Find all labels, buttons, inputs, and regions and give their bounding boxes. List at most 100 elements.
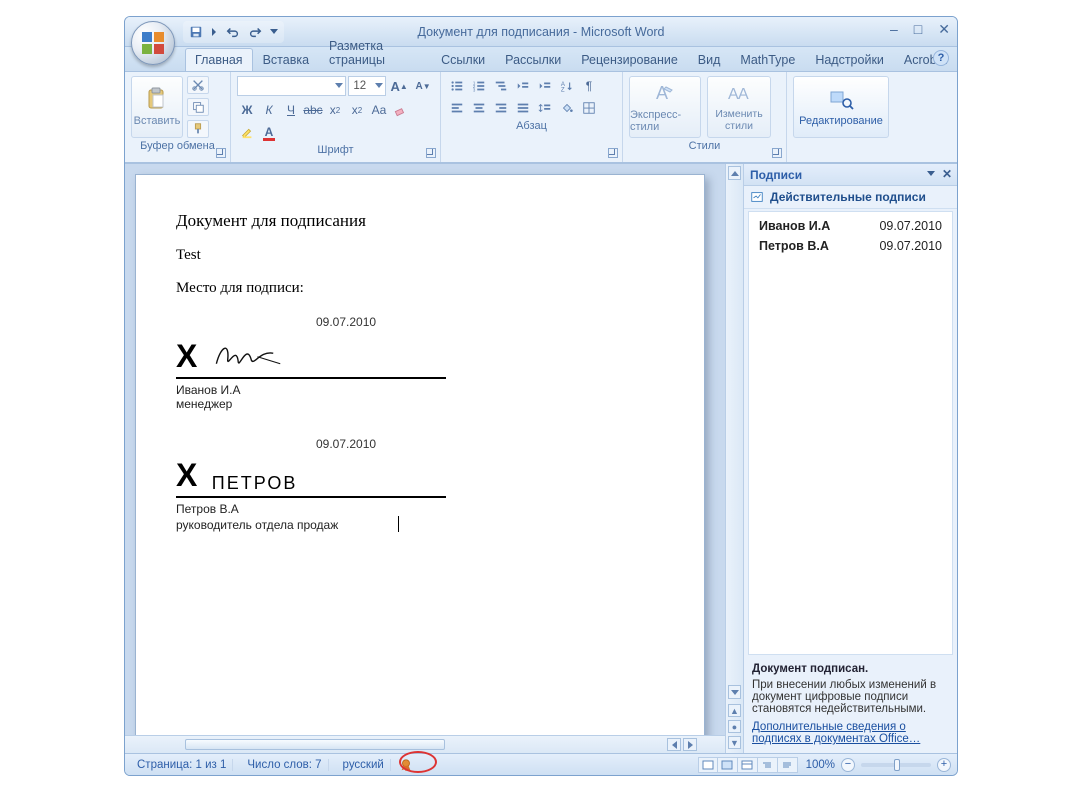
align-left-button[interactable] [447,98,467,118]
hscroll-left[interactable] [667,738,681,751]
italic-button[interactable]: К [259,100,279,120]
font-size-combo[interactable]: 12 [348,76,386,96]
tab-references[interactable]: Ссылки [431,48,495,71]
signatures-help-link[interactable]: Дополнительные сведения о подписях в док… [744,721,957,753]
outline-icon [761,760,773,770]
copy-button[interactable] [187,98,209,116]
tab-mathtype[interactable]: MathType [730,48,805,71]
change-case-button[interactable]: Aa [369,100,389,120]
signature-item[interactable]: Петров В.А 09.07.2010 [749,236,952,256]
change-styles-button[interactable]: AA Изменить стили [707,76,771,138]
qat-dropdown-icon[interactable] [270,29,278,35]
sort-button[interactable]: AZ [557,76,577,96]
spacing-icon [538,101,552,115]
bullets-button[interactable] [447,76,467,96]
signature-label: Место для подписи: [176,280,664,297]
sig-x-icon: X [176,338,197,375]
find-icon [828,87,854,111]
vscroll-down[interactable] [728,685,741,699]
strike-button[interactable]: abc [303,100,323,120]
document-canvas[interactable]: Документ для подписания Test Место для п… [125,164,725,735]
multilevel-button[interactable] [491,76,511,96]
zoom-slider[interactable] [861,763,931,767]
shading-button[interactable] [557,98,577,118]
fullscreen-view[interactable] [718,757,738,773]
maximize-button[interactable]: □ [911,21,925,38]
hscroll-thumb[interactable] [185,739,445,750]
outline-view[interactable] [758,757,778,773]
browse-object-button[interactable]: ● [728,720,741,733]
redo-icon[interactable] [248,25,262,39]
draft-view[interactable] [778,757,798,773]
quick-styles-button[interactable]: A Экспресс-стили [629,76,701,138]
zoom-out-button[interactable]: − [841,758,855,772]
borders-button[interactable] [579,98,599,118]
justify-icon [516,101,530,115]
minimize-button[interactable]: – [887,21,901,38]
tab-insert[interactable]: Вставка [253,48,319,71]
subscript-button[interactable]: x2 [325,100,345,120]
help-icon[interactable]: ? [933,50,949,66]
close-button[interactable]: ✕ [935,21,953,38]
paragraph-launcher[interactable] [608,148,618,158]
shrink-font-button[interactable]: A▼ [412,76,434,96]
superscript-button[interactable]: x2 [347,100,367,120]
clear-format-button[interactable] [391,100,411,120]
print-layout-view[interactable] [698,757,718,773]
zoom-value[interactable]: 100% [806,759,835,771]
pane-menu-icon[interactable] [927,171,935,176]
align-center-button[interactable] [469,98,489,118]
increase-indent-button[interactable] [535,76,555,96]
tab-mailings[interactable]: Рассылки [495,48,571,71]
align-right-button[interactable] [491,98,511,118]
save-icon[interactable] [189,25,203,39]
tab-view[interactable]: Вид [688,48,731,71]
clipboard-launcher[interactable] [216,148,226,158]
tab-addins[interactable]: Надстройки [805,48,894,71]
undo-icon[interactable] [226,25,240,39]
highlight-button[interactable] [237,122,257,142]
page[interactable]: Документ для подписания Test Место для п… [135,174,705,735]
next-page-button[interactable]: ▼ [728,736,741,749]
status-words[interactable]: Число слов: 7 [241,759,328,771]
editing-button[interactable]: Редактирование [793,76,889,138]
styles-launcher[interactable] [772,148,782,158]
tab-layout[interactable]: Разметка страницы [319,34,431,71]
font-color-button[interactable]: A [259,122,279,142]
zoom-in-button[interactable]: + [937,758,951,772]
underline-button[interactable]: Ч [281,100,301,120]
paste-button[interactable]: Вставить [131,76,183,138]
app-window: Документ для подписания - Microsoft Word… [124,16,958,776]
bold-button[interactable]: Ж [237,100,257,120]
office-button[interactable] [131,21,175,65]
tab-review[interactable]: Рецензирование [571,48,688,71]
horizontal-scrollbar[interactable] [125,735,725,753]
hscroll-right[interactable] [683,738,697,751]
sort-icon: AZ [560,79,574,93]
signature-item[interactable]: Иванов И.А 09.07.2010 [749,216,952,236]
tab-home[interactable]: Главная [185,48,253,71]
numbering-button[interactable]: 123 [469,76,489,96]
workspace: Документ для подписания Test Место для п… [125,163,957,753]
status-page[interactable]: Страница: 1 из 1 [131,759,233,771]
web-view[interactable] [738,757,758,773]
grow-font-button[interactable]: A▲ [388,76,410,96]
vertical-scrollbar[interactable]: ▲ ● ▼ [725,164,743,753]
decrease-indent-button[interactable] [513,76,533,96]
status-language[interactable]: русский [337,759,391,771]
prev-page-button[interactable]: ▲ [728,704,741,717]
zoom-handle[interactable] [894,759,900,771]
justify-button[interactable] [513,98,533,118]
show-marks-button[interactable]: ¶ [579,76,599,96]
pane-header: Подписи ✕ [744,164,957,186]
line-spacing-button[interactable] [535,98,555,118]
pane-close-button[interactable]: ✕ [942,167,952,181]
signed-ribbon-icon[interactable] [399,758,413,772]
vscroll-up[interactable] [728,166,741,180]
font-launcher[interactable] [426,148,436,158]
bullets-icon [450,79,464,93]
cut-button[interactable] [187,76,209,94]
format-painter-button[interactable] [187,120,209,138]
titlebar: Документ для подписания - Microsoft Word… [125,17,957,47]
font-name-combo[interactable] [237,76,346,96]
